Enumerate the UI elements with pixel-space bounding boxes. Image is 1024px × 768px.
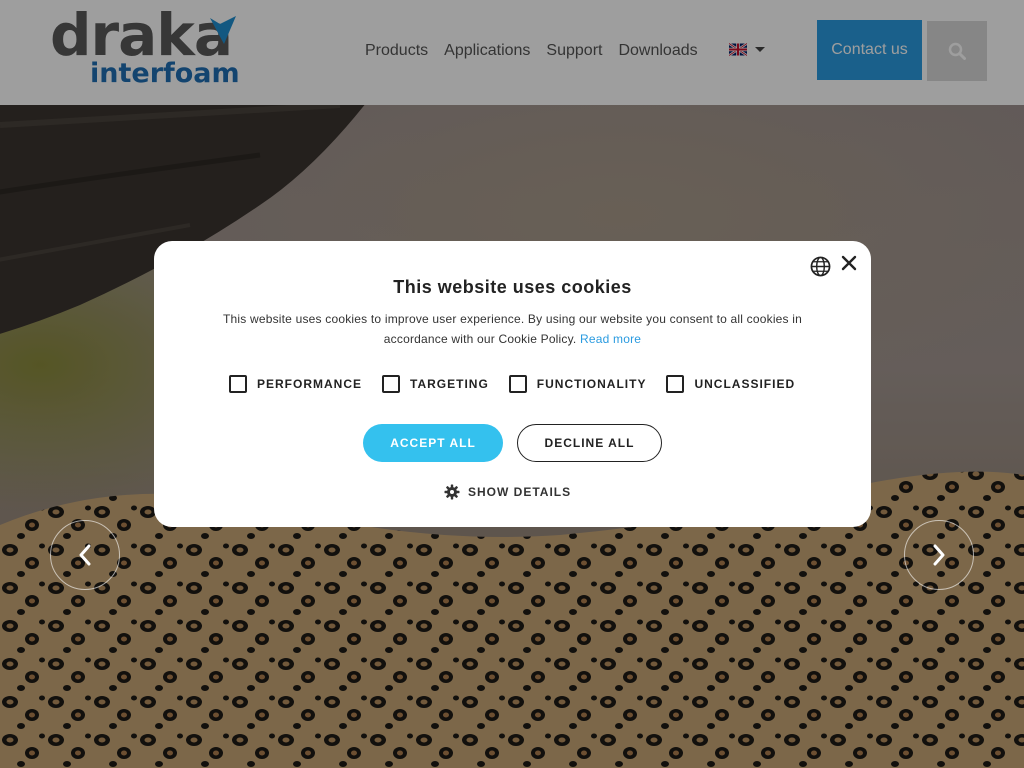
cookie-description-text: This website uses cookies to improve use… — [222, 312, 803, 346]
header-dim-overlay — [0, 0, 1024, 105]
checkbox-box[interactable] — [666, 375, 685, 393]
checkbox-box[interactable] — [229, 375, 247, 393]
chevron-left-icon — [79, 544, 91, 566]
show-details-button[interactable]: SHOW DETAILS — [444, 484, 571, 500]
slider-prev-button[interactable] — [50, 520, 120, 590]
checkbox-performance[interactable]: PERFORMANCE — [229, 375, 362, 393]
checkbox-box[interactable] — [508, 375, 527, 393]
globe-icon[interactable] — [810, 256, 831, 277]
checkbox-label: PERFORMANCE — [257, 377, 363, 391]
checkbox-label: FUNCTIONALITY — [536, 377, 647, 391]
gear-icon — [444, 484, 460, 500]
checkbox-label: TARGETING — [410, 377, 489, 391]
checkbox-unclassified[interactable]: UNCLASSIFIED — [666, 375, 795, 393]
cookie-category-checkboxes: PERFORMANCE TARGETING FUNCTIONALITY UNCL… — [229, 375, 795, 393]
slider-next-button[interactable] — [904, 520, 974, 590]
checkbox-functionality[interactable]: FUNCTIONALITY — [508, 375, 647, 393]
close-icon[interactable] — [841, 255, 857, 271]
read-more-link[interactable]: Read more — [580, 332, 641, 346]
chevron-right-icon — [933, 544, 945, 566]
cookie-title: This website uses cookies — [393, 277, 632, 297]
checkbox-label: UNCLASSIFIED — [694, 377, 796, 391]
decline-all-button[interactable]: DECLINE ALL — [517, 424, 662, 462]
checkbox-box[interactable] — [382, 375, 401, 393]
checkbox-targeting[interactable]: TARGETING — [382, 375, 489, 393]
cookie-description: This website uses cookies to improve use… — [209, 309, 816, 349]
cookie-consent-modal: This website uses cookies This website u… — [154, 241, 871, 527]
accept-all-button[interactable]: ACCEPT ALL — [363, 424, 503, 462]
show-details-label: SHOW DETAILS — [468, 485, 572, 499]
